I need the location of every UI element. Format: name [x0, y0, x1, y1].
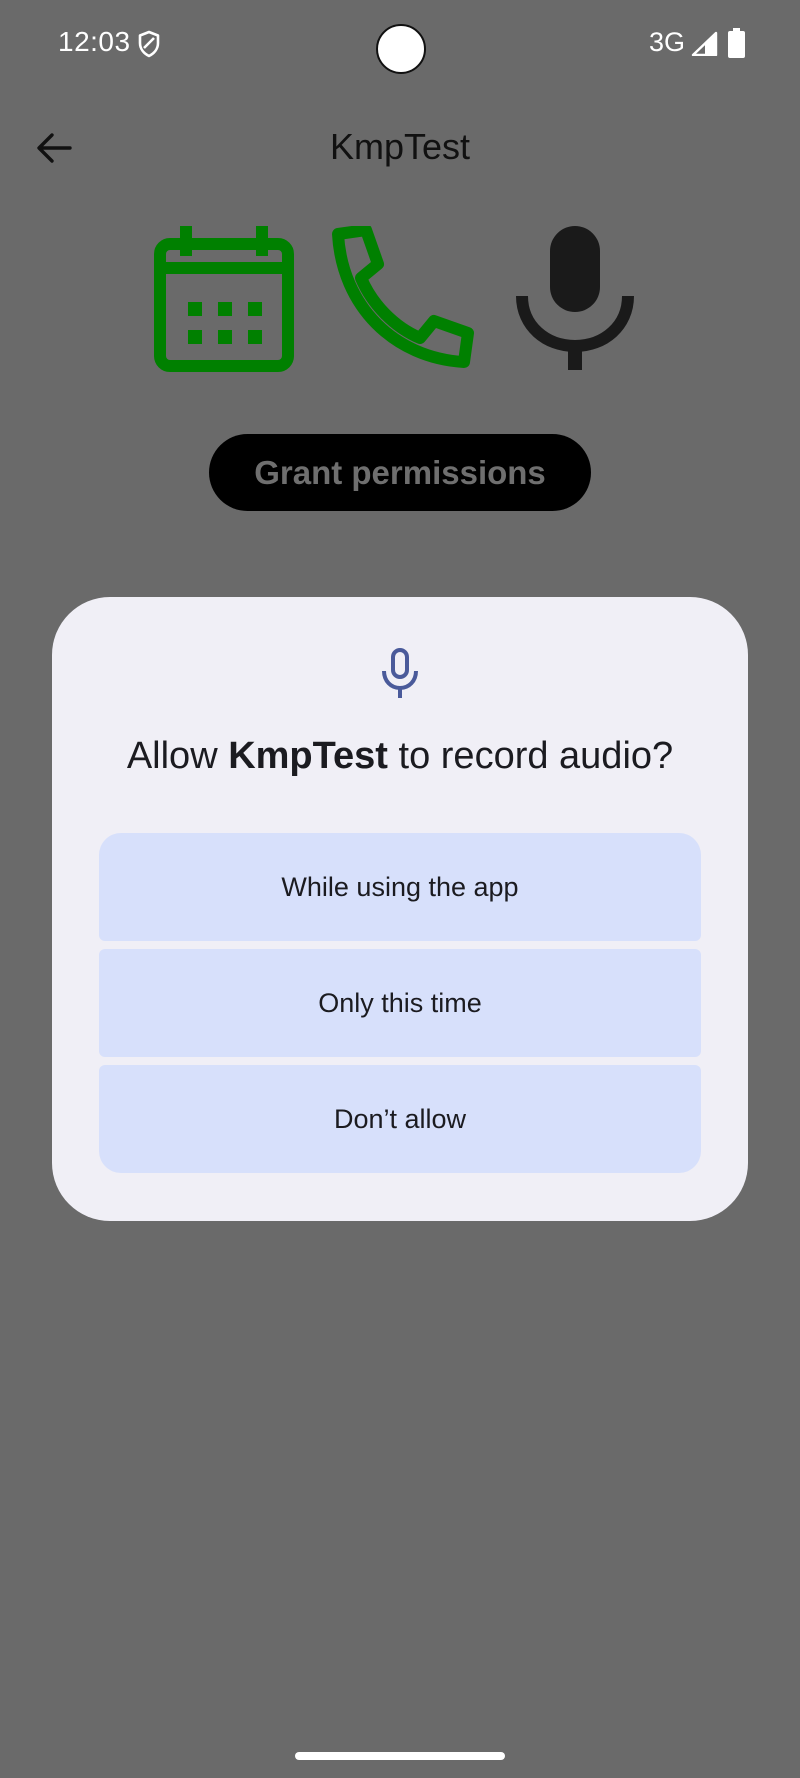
camera-cutout [376, 24, 426, 74]
while-using-app-button[interactable]: While using the app [99, 833, 701, 941]
dialog-title: Allow KmpTest to record audio? [52, 735, 748, 778]
permission-dialog: Allow KmpTest to record audio? While usi… [52, 597, 748, 1221]
dialog-microphone-icon [382, 648, 418, 698]
grant-permissions-button[interactable]: Grant permissions [209, 434, 591, 511]
app-title: KmpTest [329, 126, 471, 167]
battery-icon [728, 28, 745, 58]
dialog-title-app-name: KmpTest [228, 735, 388, 777]
screen: 12:03 3G KmpTest Grant permissions Allow… [0, 0, 800, 1778]
dialog-title-suffix: to record audio? [387, 735, 674, 777]
shield-icon [138, 30, 160, 58]
dont-allow-button[interactable]: Don’t allow [99, 1065, 701, 1173]
status-bar: 12:03 3G [0, 0, 800, 88]
option-label: Only this time [318, 987, 482, 1018]
option-label: While using the app [281, 871, 519, 902]
phone-icon [332, 226, 474, 368]
network-type: 3G [649, 27, 686, 57]
calendar-icon [154, 226, 294, 372]
option-label: Don’t allow [333, 1103, 467, 1134]
gesture-nav-handle[interactable] [295, 1752, 505, 1760]
only-this-time-button[interactable]: Only this time [99, 949, 701, 1057]
status-time: 12:03 [58, 26, 131, 57]
dialog-title-prefix: Allow [126, 735, 229, 777]
microphone-icon [516, 226, 634, 370]
signal-icon [691, 31, 718, 56]
